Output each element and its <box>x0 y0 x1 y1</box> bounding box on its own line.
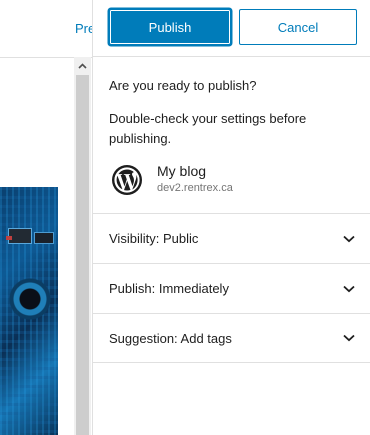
wordpress-icon <box>111 164 143 196</box>
publish-date-label: Publish: Immediately <box>109 281 229 296</box>
chevron-down-icon <box>343 334 355 342</box>
publish-panel: Publish Cancel Are you ready to publish?… <box>92 0 370 435</box>
editor-canvas: Pre <box>0 0 95 435</box>
visibility-label: Visibility: Public <box>109 231 199 246</box>
editor-scrollbar[interactable] <box>74 57 91 435</box>
featured-image <box>0 187 58 435</box>
visibility-toggle[interactable]: Visibility: Public <box>93 213 370 263</box>
image-detail-chip <box>34 232 54 244</box>
scrollbar-thumb[interactable] <box>76 75 89 435</box>
site-url: dev2.rentrex.ca <box>157 182 233 194</box>
tags-suggestion-label: Suggestion: Add tags <box>109 330 232 346</box>
prepublish-heading: Are you ready to publish? <box>109 78 257 93</box>
site-card: My blog dev2.rentrex.ca <box>109 162 359 198</box>
scroll-up-arrow-icon[interactable] <box>74 57 91 74</box>
image-detail-component <box>6 236 12 240</box>
prepublish-intro: Are you ready to publish? Double-check y… <box>109 78 359 149</box>
cancel-button[interactable]: Cancel <box>239 9 357 45</box>
publish-button[interactable]: Publish <box>109 9 231 45</box>
chevron-down-icon <box>343 235 355 242</box>
chevron-down-icon <box>343 285 355 292</box>
site-name: My blog <box>157 163 207 179</box>
publish-panel-header: Publish Cancel <box>93 0 370 57</box>
publish-date-toggle[interactable]: Publish: Immediately <box>93 263 370 313</box>
editor-top-bar: Pre <box>0 0 95 58</box>
prepublish-description: Double-check your settings before publis… <box>109 111 307 146</box>
tags-suggestion-toggle[interactable]: Suggestion: Add tags <box>93 313 370 363</box>
